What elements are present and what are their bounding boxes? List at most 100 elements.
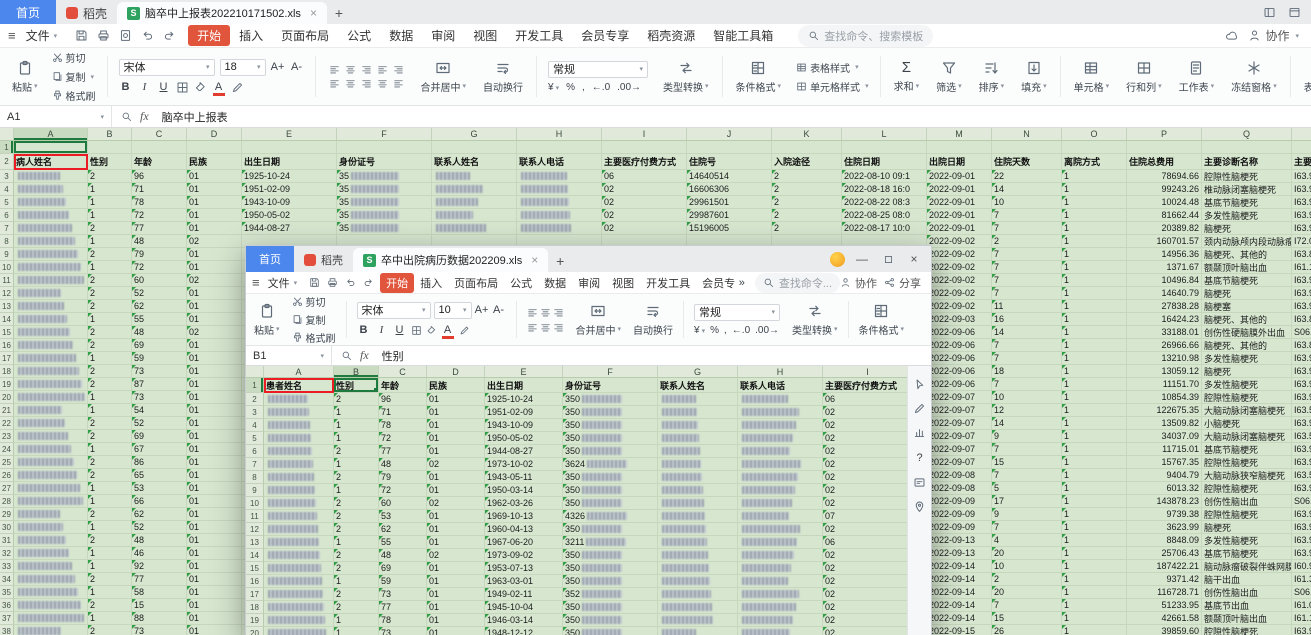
percent-button[interactable]: %	[566, 82, 575, 93]
cell[interactable]: 多发性脑梗死	[1202, 352, 1292, 365]
cell[interactable]: 2022-09-01	[927, 170, 992, 183]
cell[interactable]: 基底节出血	[1202, 599, 1292, 612]
cell[interactable]: 350	[563, 549, 658, 562]
cell[interactable]: I63.8	[1292, 313, 1311, 326]
align-right-icon[interactable]	[553, 307, 564, 318]
cell[interactable]: 52	[132, 521, 187, 534]
command-search[interactable]: 查找命令、搜索模板	[798, 24, 934, 47]
row-header[interactable]: 14	[0, 313, 14, 326]
cell[interactable]: 1	[1062, 586, 1127, 599]
cell[interactable]: 350	[563, 601, 658, 614]
font-family-select[interactable]: 宋体 ▾	[356, 301, 431, 319]
cell[interactable]: 01	[427, 601, 485, 614]
decrease-decimal-button[interactable]: ←.0	[732, 325, 750, 336]
patient-name-cell[interactable]	[14, 287, 88, 300]
cell[interactable]: 01	[187, 495, 242, 508]
patient-name-cell[interactable]	[14, 209, 88, 222]
cell[interactable]: 1	[88, 547, 132, 560]
cell[interactable]: 10854.39	[1127, 391, 1202, 404]
cell[interactable]: 18	[992, 365, 1062, 378]
align-left-icon[interactable]	[527, 307, 538, 318]
cell[interactable]: 1945-10-04	[485, 601, 563, 614]
cell[interactable]: 79	[132, 248, 187, 261]
cell[interactable]	[658, 432, 738, 445]
cell[interactable]: I61.3	[1292, 573, 1311, 586]
header-cell[interactable]: 主要医疗付费方式	[602, 154, 687, 170]
comma-style-button[interactable]: ,	[724, 325, 727, 336]
italic-button[interactable]: I	[138, 80, 152, 95]
cell[interactable]	[738, 471, 823, 484]
inner-name-box[interactable]: B1 ▾	[246, 346, 332, 365]
header-cell[interactable]: 入院途径	[772, 154, 842, 170]
cell[interactable]: 15767.35	[1127, 456, 1202, 469]
patient-name-cell[interactable]	[14, 404, 88, 417]
cell[interactable]: 2022-09-07	[927, 391, 992, 404]
cell[interactable]: 65	[132, 469, 187, 482]
cell[interactable]: 66	[132, 495, 187, 508]
patient-name-cell[interactable]	[264, 575, 334, 588]
cell[interactable]: 7	[992, 352, 1062, 365]
cell[interactable]	[658, 575, 738, 588]
menu-item[interactable]: 公式	[504, 273, 538, 293]
cell[interactable]: 2022-09-07	[927, 404, 992, 417]
patient-name-cell[interactable]	[14, 313, 88, 326]
file-menu-button[interactable]: 文件 ▾	[20, 25, 64, 46]
cell[interactable]: 2	[88, 287, 132, 300]
row-header[interactable]: 20	[246, 627, 264, 635]
file-tab[interactable]: S 脑卒中上报表202210171502.xls ×	[117, 2, 327, 24]
patient-name-cell[interactable]	[14, 365, 88, 378]
cell[interactable]: I61.0	[1292, 599, 1311, 612]
cell[interactable]: I63.9	[1292, 170, 1311, 183]
row-header[interactable]: 3	[246, 406, 264, 419]
cell[interactable]: 73	[132, 391, 187, 404]
cell[interactable]: 01	[187, 378, 242, 391]
align-right-icon[interactable]	[361, 78, 372, 89]
cell[interactable]	[658, 484, 738, 497]
patient-name-cell[interactable]	[14, 222, 88, 235]
cell[interactable]: I63.9	[1292, 391, 1311, 404]
cell[interactable]: 01	[187, 248, 242, 261]
cell[interactable]: I63.8	[1292, 339, 1311, 352]
patient-name-cell[interactable]	[14, 482, 88, 495]
font-size-select[interactable]: 18 ▾	[219, 58, 266, 76]
cell[interactable]: 2	[334, 471, 379, 484]
column-header-K[interactable]: K	[772, 128, 842, 140]
row-header[interactable]: 10	[0, 261, 14, 274]
cell[interactable]: 2022-09-01	[927, 209, 992, 222]
cell[interactable]: 01	[187, 612, 242, 625]
cell[interactable]: 29987601	[687, 209, 772, 222]
cell[interactable]	[992, 141, 1062, 154]
cell[interactable]: 1	[88, 196, 132, 209]
cell[interactable]	[772, 141, 842, 154]
cell[interactable]: 352	[563, 588, 658, 601]
patient-name-cell[interactable]	[14, 248, 88, 261]
patient-name-cell[interactable]	[264, 601, 334, 614]
cell[interactable]: 7	[992, 248, 1062, 261]
cell[interactable]: 2022-09-08	[927, 482, 992, 495]
cell[interactable]: 01	[187, 521, 242, 534]
cell[interactable]: 1944-08-27	[242, 222, 337, 235]
cell[interactable]: I63.9	[1292, 508, 1311, 521]
column-header-D[interactable]: D	[427, 366, 485, 377]
cell[interactable]: 1969-10-13	[485, 510, 563, 523]
cell[interactable]: I63.9	[1292, 209, 1311, 222]
cell[interactable]: 2022-09-07	[927, 430, 992, 443]
borders-icon[interactable]	[411, 325, 422, 336]
borders-icon[interactable]	[176, 81, 189, 94]
collaborate-button[interactable]: 协作	[840, 275, 877, 291]
cell[interactable]: 1951-02-09	[485, 406, 563, 419]
column-header-C[interactable]: C	[379, 366, 427, 377]
cell[interactable]: 1	[1062, 378, 1127, 391]
cell[interactable]: 2	[88, 534, 132, 547]
cell[interactable]: 11	[992, 300, 1062, 313]
inner-home-tab[interactable]: 首页	[246, 246, 294, 272]
cell[interactable]: 01	[427, 562, 485, 575]
cell[interactable]	[842, 141, 927, 154]
cell[interactable]: 78	[132, 196, 187, 209]
cell[interactable]	[658, 510, 738, 523]
cell[interactable]: 350	[563, 523, 658, 536]
column-header-N[interactable]: N	[992, 128, 1062, 140]
menu-item[interactable]: 开发工具	[640, 273, 696, 293]
cell[interactable]: 2	[88, 274, 132, 287]
column-header-M[interactable]: M	[927, 128, 992, 140]
